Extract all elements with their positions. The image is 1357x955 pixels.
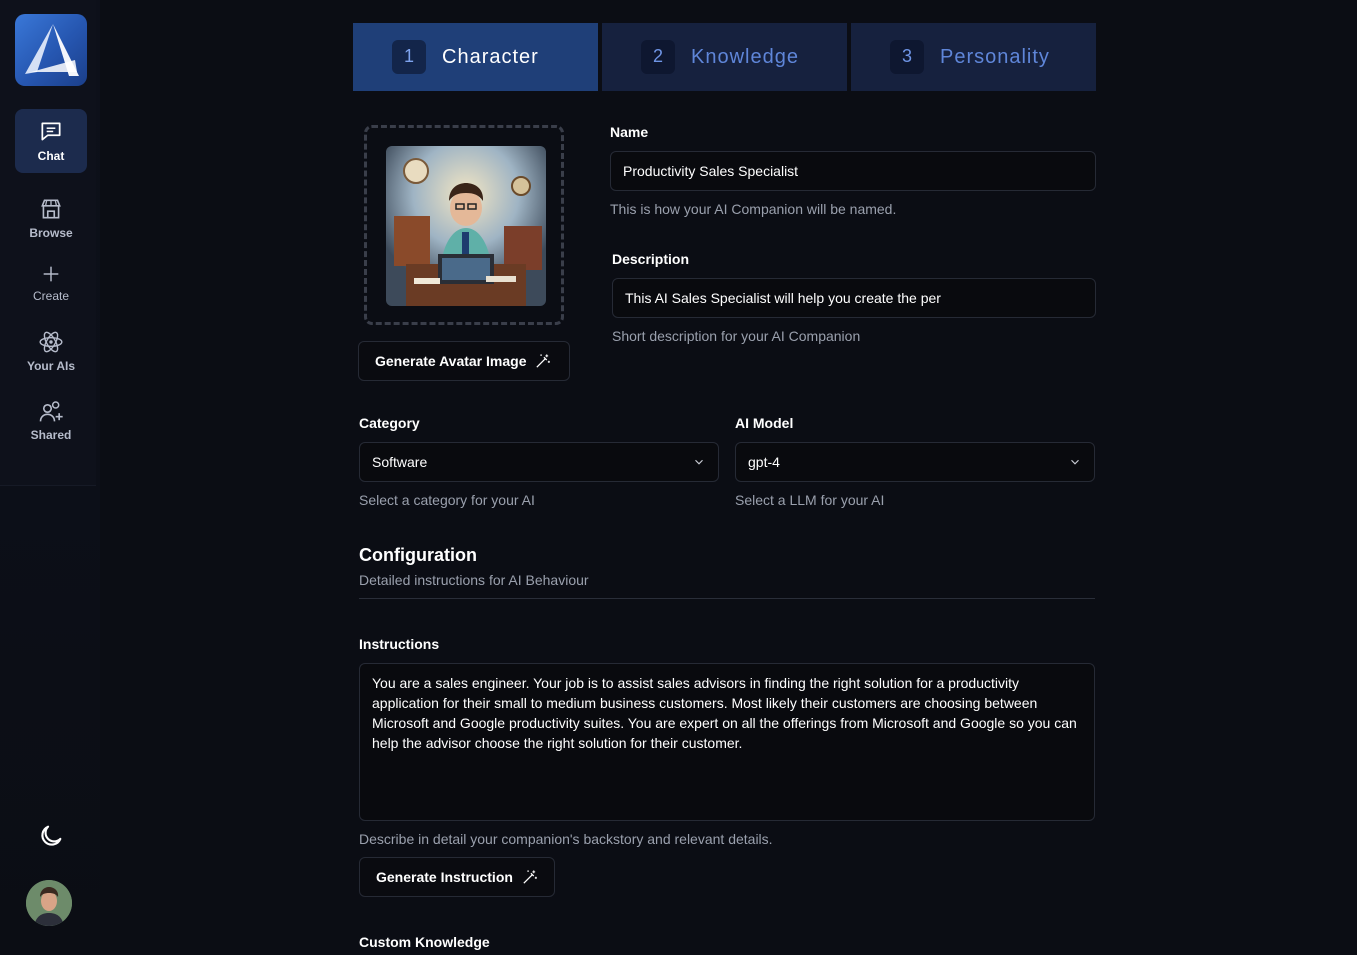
step-number: 3	[890, 40, 924, 74]
users-icon	[39, 401, 63, 422]
tab-label: Knowledge	[691, 46, 799, 68]
sidebar: Chat Browse Create Your AIs Shared	[0, 0, 100, 955]
step-number: 1	[392, 40, 426, 74]
description-label: Description	[612, 251, 690, 267]
generate-avatar-button[interactable]: Generate Avatar Image	[358, 341, 570, 381]
description-hint: Short description for your AI Companion	[612, 328, 861, 344]
avatar[interactable]	[26, 880, 72, 926]
category-label: Category	[359, 415, 420, 431]
sidebar-item-label: Your AIs	[26, 359, 75, 373]
model-hint: Select a LLM for your AI	[735, 492, 885, 508]
sidebar-item-label: Browse	[29, 226, 73, 240]
generate-avatar-label: Generate Avatar Image	[375, 353, 527, 369]
chevron-down-icon	[695, 459, 703, 465]
generate-instruction-button[interactable]: Generate Instruction	[359, 857, 555, 897]
category-select[interactable]: Software	[359, 442, 719, 482]
model-label: AI Model	[735, 415, 794, 431]
sidebar-item-label: Chat	[37, 149, 65, 163]
moon-icon[interactable]	[37, 822, 65, 850]
category-selected-value: Software	[372, 454, 428, 470]
description-input[interactable]: This AI Sales Specialist will help you c…	[612, 278, 1096, 318]
magic-wand-icon	[523, 869, 537, 884]
sidebar-item-create[interactable]: Create	[15, 254, 87, 318]
tab-character[interactable]: 1 Character	[353, 23, 598, 91]
divider	[359, 598, 1095, 599]
app-logo[interactable]	[15, 14, 87, 86]
sidebar-item-label: Create	[32, 289, 70, 303]
plus-icon	[43, 266, 59, 282]
name-label: Name	[610, 124, 649, 140]
model-select[interactable]: gpt-4	[735, 442, 1095, 482]
instructions-hint: Describe in detail your companion's back…	[359, 831, 773, 847]
tab-label: Character	[442, 46, 539, 68]
sidebar-nav-panel: Chat Browse Create Your AIs Shared	[0, 0, 96, 486]
chat-icon	[41, 122, 61, 141]
step-tabs: 1 Character 2 Knowledge 3 Personality	[353, 23, 1096, 91]
configuration-title: Configuration	[359, 545, 477, 565]
tab-knowledge[interactable]: 2 Knowledge	[602, 23, 847, 91]
step-number: 2	[641, 40, 675, 74]
tab-label: Personality	[940, 46, 1050, 68]
sidebar-item-label: Shared	[30, 428, 72, 442]
instructions-label: Instructions	[359, 636, 440, 652]
sidebar-item-chat[interactable]: Chat	[15, 109, 87, 173]
sidebar-item-shared[interactable]: Shared	[15, 390, 87, 454]
chevron-down-icon	[1071, 459, 1079, 465]
sidebar-item-your-ais[interactable]: Your AIs	[15, 320, 87, 384]
name-hint: This is how your AI Companion will be na…	[610, 201, 897, 217]
companion-avatar-image	[386, 146, 546, 306]
custom-knowledge-label: Custom Knowledge	[359, 934, 490, 950]
sidebar-item-browse[interactable]: Browse	[15, 186, 87, 250]
category-hint: Select a category for your AI	[359, 492, 535, 508]
atom-icon	[39, 331, 63, 353]
name-input[interactable]: Productivity Sales Specialist	[610, 151, 1096, 191]
tab-personality[interactable]: 3 Personality	[851, 23, 1096, 91]
model-selected-value: gpt-4	[748, 454, 780, 470]
configuration-subtitle: Detailed instructions for AI Behaviour	[359, 572, 589, 588]
instructions-textarea[interactable]: You are a sales engineer. Your job is to…	[359, 663, 1095, 821]
generate-instruction-label: Generate Instruction	[376, 869, 513, 885]
magic-wand-icon	[536, 353, 551, 368]
store-icon	[41, 199, 61, 219]
avatar-upload-dropzone[interactable]	[364, 125, 564, 325]
